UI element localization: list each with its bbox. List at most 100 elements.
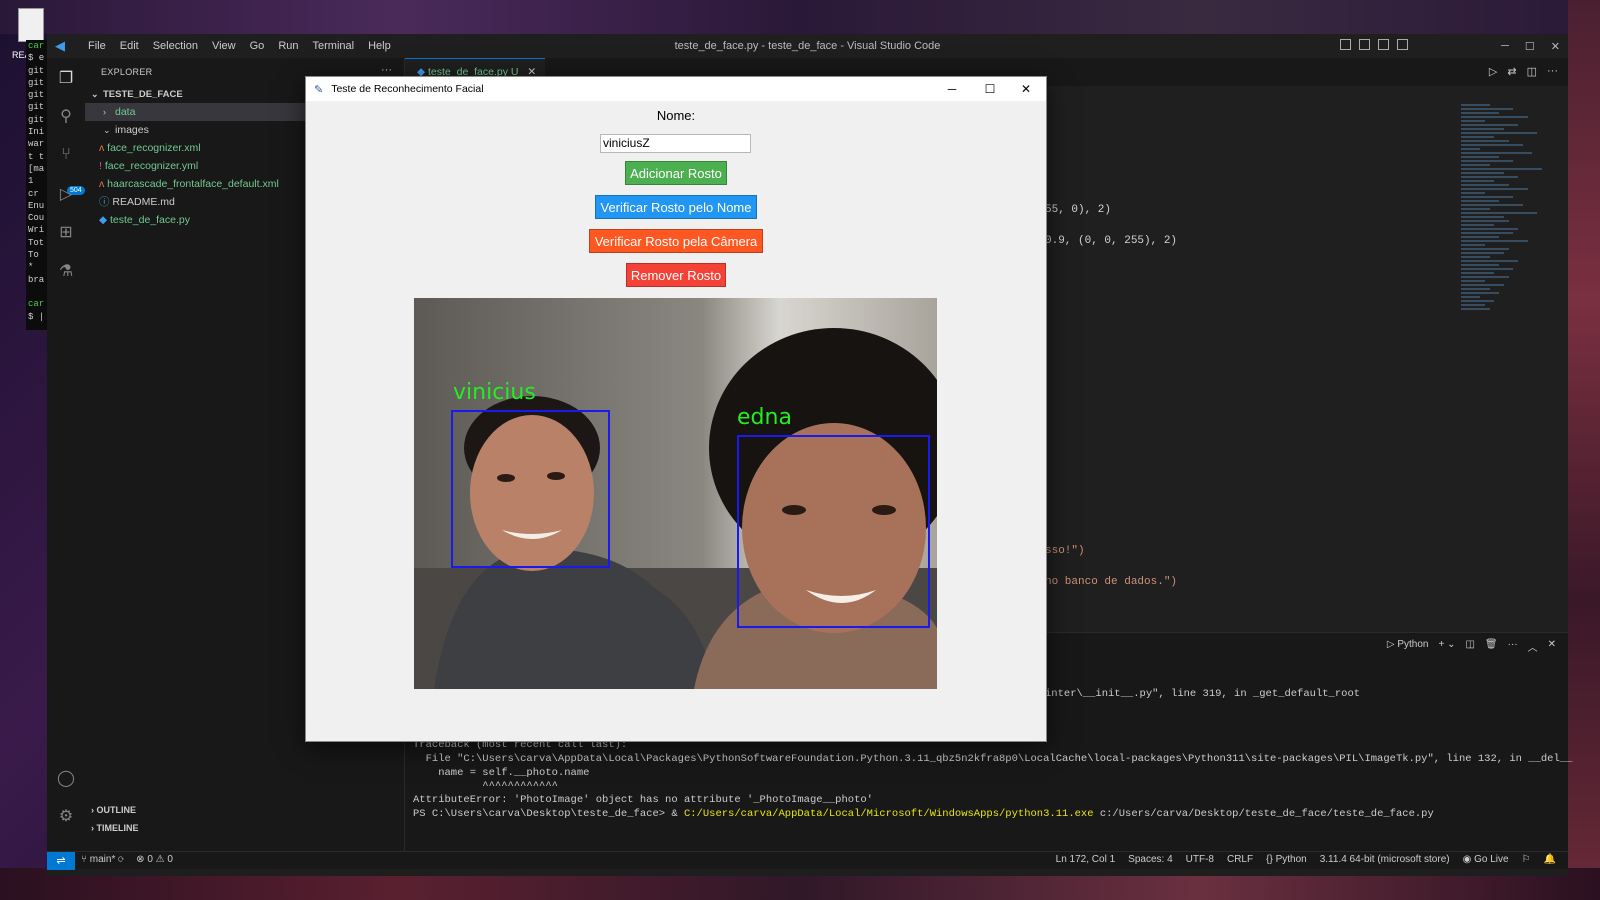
testing-icon[interactable]: ⚗ <box>55 261 77 283</box>
go-live[interactable]: ◉ Go Live <box>1463 854 1509 865</box>
minimap-line <box>1461 108 1514 110</box>
minimap-line <box>1461 272 1495 274</box>
menu-help[interactable]: Help <box>361 40 398 52</box>
terminal-command-line: PS C:\Users\carva\Desktop\teste_de_face>… <box>413 808 1434 820</box>
minimap-line <box>1461 292 1499 294</box>
face-label-vinicius: vinicius <box>453 380 536 405</box>
search-icon[interactable]: ⚲ <box>55 106 77 128</box>
menu-file[interactable]: File <box>81 40 113 52</box>
menu-edit[interactable]: Edit <box>113 40 146 52</box>
desktop-file-icon[interactable] <box>18 8 44 42</box>
verify-by-camera-button[interactable]: Verificar Rosto pela Câmera <box>589 229 763 253</box>
terminal-line: AttributeError: 'PhotoImage' object has … <box>413 794 873 806</box>
minimap-line <box>1461 136 1495 138</box>
face-box-edna <box>737 435 930 628</box>
add-face-button[interactable]: Adicionar Rosto <box>625 161 727 185</box>
background-terminal-line: Cou <box>28 213 45 224</box>
title-bar: ◀ File Edit Selection View Go Run Termin… <box>47 34 1568 58</box>
run-icon[interactable]: ▷ <box>1489 65 1497 78</box>
terminal-profile[interactable]: ▷ Python <box>1387 639 1429 654</box>
more-icon[interactable]: ··· <box>1547 65 1558 78</box>
name-input[interactable]: viniciusZ <box>600 134 751 153</box>
menu-selection[interactable]: Selection <box>146 40 205 52</box>
toggle-sidebar-icon[interactable] <box>1340 39 1351 50</box>
indentation[interactable]: Spaces: 4 <box>1128 854 1172 865</box>
branch-status[interactable]: ⑂ main* ⟳ <box>81 854 124 865</box>
split-terminal-icon[interactable]: ◫ <box>1465 639 1474 654</box>
minimap-line <box>1461 308 1490 310</box>
branch-icon: ⑂ <box>81 854 90 865</box>
minimap[interactable] <box>1461 104 1556 424</box>
background-terminal-line: car <box>28 299 45 310</box>
background-terminal-line: 1 <box>28 176 34 187</box>
chevron-up-icon[interactable]: ︿ <box>1528 639 1538 654</box>
tk-feather-icon: ✎ <box>314 83 324 96</box>
chevron-right-icon: › <box>103 107 106 117</box>
menu-run[interactable]: Run <box>271 40 305 52</box>
compare-icon[interactable]: ⇄ <box>1507 65 1516 78</box>
background-terminal-line: To <box>28 250 39 261</box>
menu-terminal[interactable]: Terminal <box>306 40 362 52</box>
minimap-line <box>1461 252 1504 254</box>
desktop-background-right <box>1568 0 1600 900</box>
extensions-icon[interactable]: ⊞ <box>55 222 77 244</box>
account-icon[interactable]: ◯ <box>55 768 77 790</box>
trash-icon[interactable]: 🗑 <box>1485 639 1498 654</box>
background-terminal-line: git <box>28 65 45 76</box>
more-icon[interactable]: ··· <box>1508 639 1518 654</box>
toggle-secondary-sidebar-icon[interactable] <box>1378 39 1389 50</box>
cursor-position[interactable]: Ln 172, Col 1 <box>1056 854 1116 865</box>
python-interpreter[interactable]: 3.11.4 64-bit (microsoft store) <box>1320 854 1450 865</box>
language-mode[interactable]: {} Python <box>1266 854 1307 865</box>
minimap-line <box>1461 300 1495 302</box>
minimap-line <box>1461 128 1504 130</box>
new-terminal-icon[interactable]: + ⌄ <box>1438 639 1455 654</box>
background-terminal-line: git <box>28 77 45 88</box>
terminal-line: ^^^^^^^^^^^^ <box>413 780 558 792</box>
minimap-line <box>1461 172 1504 174</box>
split-editor-icon[interactable]: ◫ <box>1527 65 1537 78</box>
background-terminal-line: Ini <box>28 127 45 138</box>
run-debug-icon[interactable]: ▷ <box>55 184 77 206</box>
menu-view[interactable]: View <box>205 40 243 52</box>
minimap-line <box>1461 260 1518 262</box>
minimap-line <box>1461 280 1485 282</box>
maximize-icon[interactable]: ☐ <box>1517 40 1543 53</box>
desktop-background-top <box>0 0 1600 34</box>
outline-section[interactable]: › OUTLINE <box>91 805 136 815</box>
source-control-icon[interactable]: ⑂ <box>55 144 77 166</box>
verify-by-name-button[interactable]: Verificar Rosto pelo Nome <box>595 195 757 219</box>
xml-file-icon: ʌ <box>99 178 108 190</box>
dialog-minimize-icon[interactable]: ─ <box>934 77 970 101</box>
explorer-icon[interactable]: ❐ <box>55 68 77 90</box>
minimap-line <box>1461 216 1504 218</box>
terminal-line: name = self.__photo.name <box>413 767 590 779</box>
panel-toolbar: ▷ Python + ⌄ ◫ 🗑 ··· ︿ ✕ <box>1387 639 1556 654</box>
minimap-line <box>1461 152 1533 154</box>
code-fragment: no banco de dados.") <box>1045 576 1178 588</box>
toggle-panel-icon[interactable] <box>1359 39 1370 50</box>
encoding[interactable]: UTF-8 <box>1186 854 1214 865</box>
more-actions-icon[interactable]: ··· <box>381 64 392 76</box>
line-ending[interactable]: CRLF <box>1227 854 1253 865</box>
minimap-line <box>1461 228 1518 230</box>
customize-layout-icon[interactable] <box>1397 39 1408 50</box>
feedback-icon[interactable]: ⚐ <box>1522 854 1531 865</box>
minimap-line <box>1461 124 1518 126</box>
minimap-line <box>1461 160 1514 162</box>
bell-icon[interactable]: 🔔 <box>1544 854 1556 865</box>
gear-icon[interactable]: ⚙ <box>55 806 77 828</box>
dialog-maximize-icon[interactable]: ☐ <box>972 77 1008 101</box>
dialog-close-icon[interactable]: ✕ <box>1008 77 1044 101</box>
remove-face-button[interactable]: Remover Rosto <box>626 263 726 287</box>
close-icon[interactable]: ✕ <box>1543 40 1568 53</box>
minimap-line <box>1461 204 1523 206</box>
remote-icon[interactable]: ⇌ <box>47 852 75 870</box>
close-panel-icon[interactable]: ✕ <box>1548 639 1556 654</box>
minimize-icon[interactable]: ─ <box>1493 40 1517 52</box>
timeline-section[interactable]: › TIMELINE <box>91 823 139 833</box>
background-terminal-line: t t <box>28 151 45 162</box>
menu-go[interactable]: Go <box>243 40 272 52</box>
problems-status[interactable]: ⊗ 0 ⚠ 0 <box>136 854 173 865</box>
minimap-line <box>1461 180 1495 182</box>
